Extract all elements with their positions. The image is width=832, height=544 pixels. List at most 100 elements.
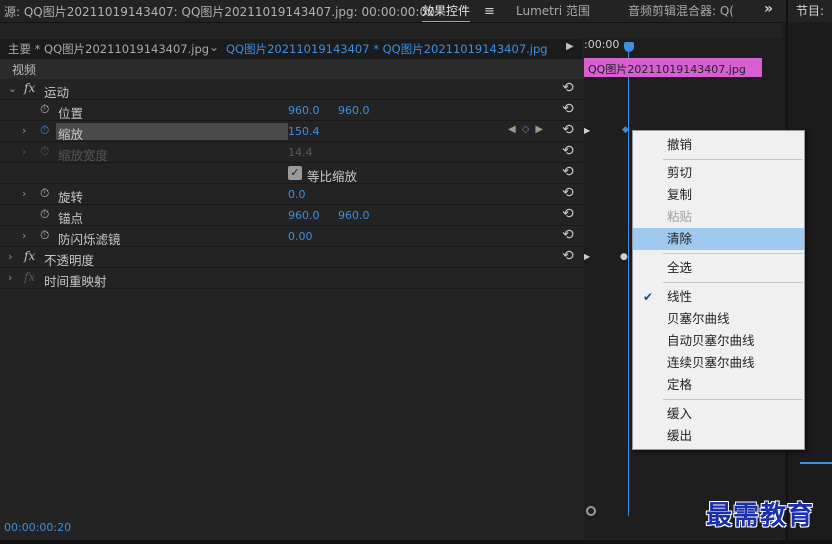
chevron-down-icon[interactable]: ⌄	[8, 82, 17, 95]
keyframe-selected-icon[interactable]: ◆	[622, 125, 629, 135]
add-keyframe-icon[interactable]: ◇	[522, 124, 530, 135]
reset-icon[interactable]: ⟲	[562, 248, 574, 264]
param-anti-flicker[interactable]: › ⏱ 防闪烁滤镜 0.00 ⟲	[0, 226, 584, 247]
anchor-label: 锚点	[58, 211, 84, 226]
menu-item-undo[interactable]: 撤销	[633, 134, 804, 156]
menu-item-copy[interactable]: 复制	[633, 184, 804, 206]
row-highlight	[56, 123, 288, 140]
effect-rows: 视频 ⌄ fx 运动 ⟲ ⏱ 位置 960.0 960.0 ⟲ › ⏱ 缩放 1…	[0, 59, 584, 289]
scale-label: 缩放	[58, 127, 84, 142]
menu-item-ease-in[interactable]: 缓入	[633, 403, 804, 425]
fx-toggle-icon[interactable]: fx	[24, 81, 35, 95]
keyframe-marker-icon[interactable]: ▶	[584, 252, 590, 261]
playhead-handle[interactable]	[624, 42, 634, 52]
double-chevron-right-icon[interactable]: »	[764, 1, 773, 17]
stopwatch-icon[interactable]: ⏱	[40, 102, 49, 117]
tab-audio-clip-mixer[interactable]: 音频剪辑混合器: Q(	[628, 2, 734, 19]
menu-item-cut[interactable]: 剪切	[633, 162, 804, 184]
uniform-scale-checkbox[interactable]: ✓	[288, 166, 302, 180]
chevron-right-icon[interactable]: ›	[22, 229, 26, 242]
param-anchor-point[interactable]: ⏱ 锚点 960.0 960.0 ⟲	[0, 205, 584, 226]
param-position[interactable]: ⏱ 位置 960.0 960.0 ⟲	[0, 100, 584, 121]
scale-value[interactable]: 150.4	[288, 125, 320, 138]
fx-toggle-icon: fx	[24, 270, 36, 284]
checkmark-icon: ✔	[643, 290, 654, 304]
menu-separator	[663, 399, 803, 400]
menu-item-continuous-bezier[interactable]: 连续贝塞尔曲线	[633, 352, 804, 374]
chevron-down-icon[interactable]: ⌄	[209, 40, 219, 54]
tab-program-monitor[interactable]: 节目:	[796, 2, 824, 19]
menu-item-paste: 粘贴	[667, 209, 693, 224]
stopwatch-icon[interactable]: ⏱	[40, 186, 49, 201]
effect-motion[interactable]: ⌄ fx 运动 ⟲	[0, 79, 584, 100]
position-x-value[interactable]: 960.0	[288, 104, 320, 117]
hamburger-menu-icon[interactable]: ≡	[484, 4, 495, 19]
reset-icon[interactable]: ⟲	[562, 122, 574, 138]
stopwatch-icon[interactable]: ⏱	[40, 207, 49, 222]
context-menu: 撤销 剪切 复制 粘贴 清除 全选 ✔ 线性 贝塞尔曲线 自动贝塞尔曲线 连续贝塞…	[632, 130, 805, 450]
window-bottom-edge	[0, 540, 832, 544]
keyframe-marker-icon[interactable]: ▶	[584, 126, 590, 135]
rotation-label: 旋转	[58, 190, 84, 205]
menu-item-bezier[interactable]: 贝塞尔曲线	[633, 308, 804, 330]
time-remap-label: 时间重映射	[44, 274, 107, 289]
tab-effect-controls[interactable]: 效果控件	[422, 2, 471, 23]
reset-icon[interactable]: ⟲	[562, 185, 574, 201]
current-timecode[interactable]: 00:00:00:20	[4, 521, 71, 534]
scrollbar-knob[interactable]	[586, 506, 596, 516]
param-scale-width: › ⏱ 缩放宽度 14.4 ⟲	[0, 142, 584, 163]
effect-time-remapping[interactable]: › fx 时间重映射	[0, 268, 584, 289]
motion-label: 运动	[44, 85, 70, 100]
sequence-clip-label[interactable]: QQ图片20211019143407 * QQ图片20211019143407.…	[226, 41, 548, 57]
menu-item-hold[interactable]: 定格	[633, 374, 804, 396]
param-rotation[interactable]: › ⏱ 旋转 0.0 ⟲	[0, 184, 584, 205]
video-section-header: 视频	[0, 59, 584, 79]
watermark-logo: 最需教育	[706, 501, 815, 531]
menu-item-clear[interactable]: 清除	[633, 228, 804, 250]
stopwatch-active-icon[interactable]: ⏱	[40, 123, 49, 138]
menu-item-auto-bezier[interactable]: 自动贝塞尔曲线	[633, 330, 804, 352]
chevron-right-icon[interactable]: ›	[8, 271, 12, 284]
timeline-ruler-timecode: :00:00	[584, 38, 620, 51]
anchor-x-value[interactable]: 960.0	[288, 209, 320, 222]
anti-flicker-value[interactable]: 0.00	[288, 230, 313, 243]
position-y-value[interactable]: 960.0	[338, 104, 370, 117]
effect-opacity[interactable]: › fx 不透明度 ⟲	[0, 247, 584, 268]
fx-toggle-icon[interactable]: fx	[24, 249, 35, 263]
reset-icon[interactable]: ⟲	[562, 143, 574, 159]
menu-item-select-all[interactable]: 全选	[633, 257, 804, 279]
stopwatch-icon[interactable]: ⏱	[40, 228, 49, 243]
chevron-right-icon[interactable]: ›	[8, 250, 12, 263]
reset-icon[interactable]: ⟲	[562, 206, 574, 222]
master-clip-label[interactable]: 主要 * QQ图片20211019143407.jpg	[8, 41, 209, 57]
scale-width-value: 14.4	[288, 146, 313, 159]
keyframe-navigator[interactable]: ◀ ◇ ▶	[508, 124, 543, 135]
source-monitor-tab[interactable]: 源: QQ图片20211019143407: QQ图片2021101914340…	[4, 3, 435, 20]
opacity-label: 不透明度	[44, 253, 95, 268]
play-only-clip-icon[interactable]: ▶	[566, 41, 574, 52]
reset-icon[interactable]: ⟲	[562, 227, 574, 243]
menu-item-linear[interactable]: ✔ 线性	[633, 286, 804, 308]
menu-item-linear-label: 线性	[667, 289, 693, 304]
menu-separator	[663, 282, 803, 283]
menu-item-ease-out[interactable]: 缓出	[633, 425, 804, 447]
program-playhead-bar	[800, 462, 832, 464]
menu-separator	[663, 253, 803, 254]
rotation-value[interactable]: 0.0	[288, 188, 306, 201]
chevron-right-icon[interactable]: ›	[22, 187, 26, 200]
timeline-clip[interactable]: QQ图片20211019143407.jpg	[584, 58, 762, 77]
param-scale[interactable]: › ⏱ 缩放 150.4 ◀ ◇ ▶ ⟲	[0, 121, 584, 142]
tab-lumetri-scopes[interactable]: Lumetri 范围	[516, 2, 590, 19]
chevron-right-icon[interactable]: ›	[22, 124, 26, 137]
param-uniform-scale[interactable]: ✓ 等比缩放 ⟲	[0, 163, 584, 184]
menu-separator	[663, 159, 803, 160]
anchor-y-value[interactable]: 960.0	[338, 209, 370, 222]
tab-effect-controls-label: 效果控件	[422, 4, 471, 18]
keyframe-dot-icon[interactable]: ●	[620, 252, 628, 262]
top-tab-bar: 源: QQ图片20211019143407: QQ图片2021101914340…	[0, 0, 832, 544]
reset-icon[interactable]: ⟲	[562, 101, 574, 117]
playhead-line[interactable]	[628, 52, 629, 516]
reset-icon[interactable]: ⟲	[562, 80, 574, 96]
reset-icon[interactable]: ⟲	[562, 164, 574, 180]
scale-width-label: 缩放宽度	[58, 148, 109, 163]
